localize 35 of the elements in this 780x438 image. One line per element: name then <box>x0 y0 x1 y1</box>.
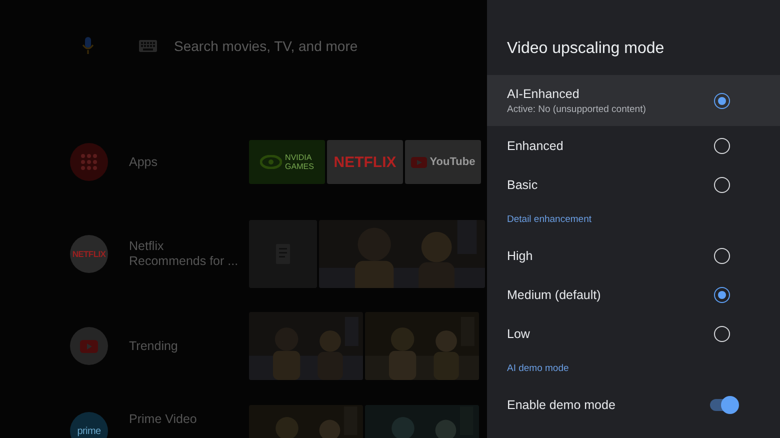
app-tile[interactable]: NVIDIA GAMES <box>249 140 325 184</box>
channel-label: Netflix Recommends for ... <box>129 239 240 269</box>
channel-label: Prime Video <box>129 412 198 427</box>
panel-title: Video upscaling mode <box>506 39 666 59</box>
option-row[interactable]: Low <box>487 314 780 353</box>
eye-logo-icon <box>260 155 282 169</box>
option-row[interactable]: Enable demo mode <box>487 385 780 424</box>
channel-label: Trending <box>129 338 179 354</box>
thumbnail[interactable] <box>249 220 317 288</box>
play-logo-icon <box>410 156 427 168</box>
option-label: Enhanced <box>507 138 564 152</box>
section-header: Detail enhancement <box>506 213 592 227</box>
option-label: Enable demo mode <box>507 398 616 412</box>
keyboard-icon[interactable] <box>139 40 157 52</box>
apps-channel-icon[interactable] <box>70 143 108 181</box>
option-label: Basic <box>507 178 538 192</box>
radio-button[interactable] <box>714 92 730 108</box>
radio-button[interactable] <box>714 286 730 302</box>
option-row[interactable]: Medium (default) <box>487 275 780 314</box>
option-label: Low <box>507 326 530 340</box>
option-label: AI-Enhanced <box>507 86 580 100</box>
option-row[interactable]: Enhanced <box>487 126 780 165</box>
option-row[interactable]: Basic <box>487 165 780 204</box>
toggle-switch[interactable] <box>710 398 736 410</box>
microphone-icon[interactable] <box>82 37 94 55</box>
option-row[interactable]: AI-Enhanced Active: No (unsupported content) <box>487 75 780 126</box>
section-header: AI demo mode <box>506 362 570 376</box>
app-tile[interactable]: YouTube <box>405 140 481 184</box>
option-label: High <box>507 248 533 262</box>
option-description: Active: No (unsupported content) <box>507 104 646 114</box>
option-label: Medium (default) <box>507 288 601 302</box>
prime-channel-icon[interactable]: prime <box>70 412 108 438</box>
option-row[interactable]: High <box>487 236 780 275</box>
channel-label: Apps <box>129 154 158 170</box>
youtube-channel-icon[interactable] <box>70 327 108 365</box>
